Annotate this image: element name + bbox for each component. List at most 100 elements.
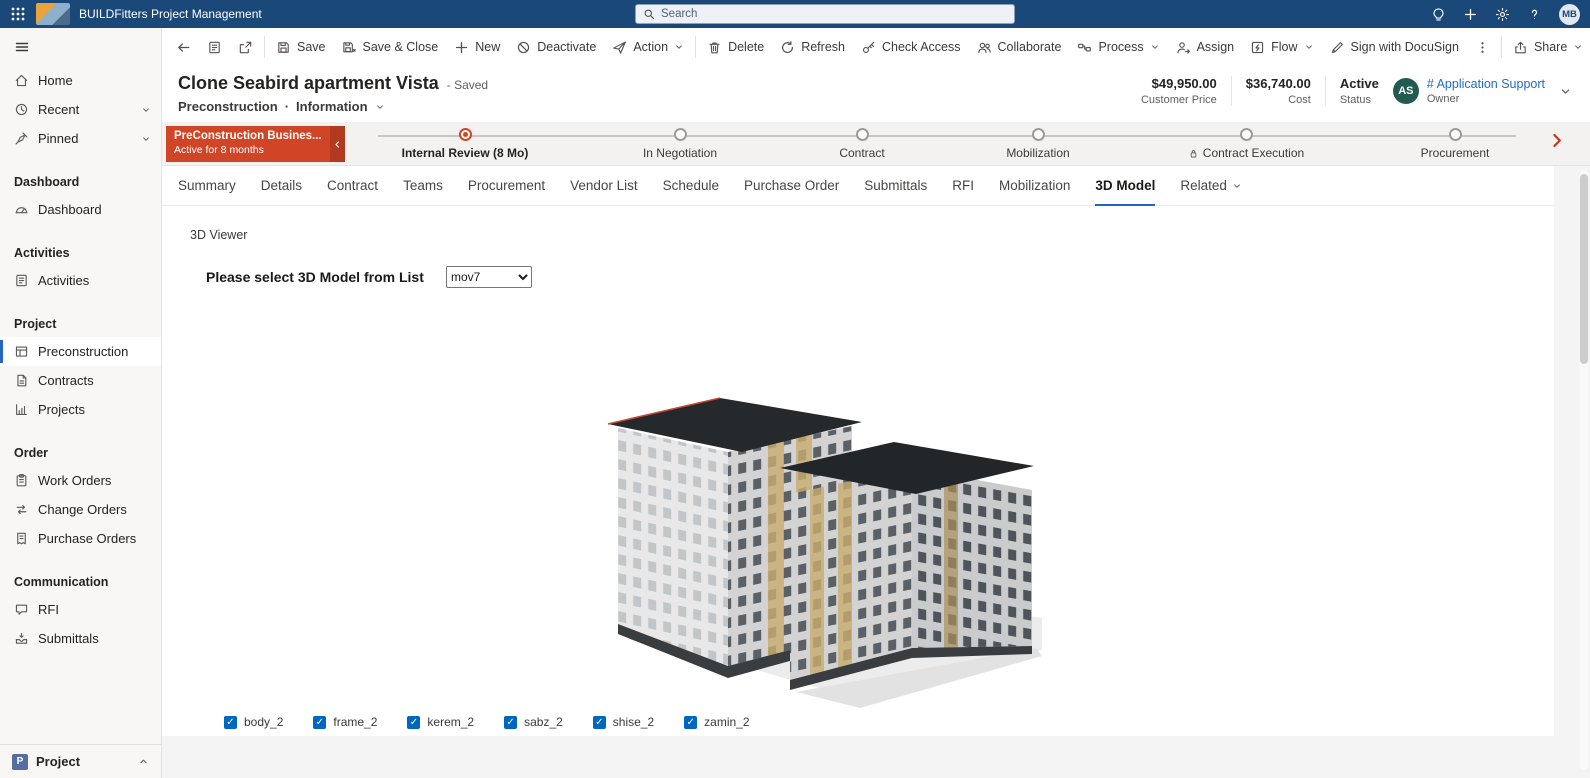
collaborate-icon (977, 40, 992, 55)
customer-price-field: $49,950.00 Customer Price (1141, 76, 1217, 106)
sidebar-item-activities[interactable]: Activities (0, 266, 161, 295)
tab-label: RFI (952, 178, 975, 193)
layer-checkbox-frame_2[interactable]: ✓ (313, 715, 327, 729)
sidebar-item-label: Dashboard (38, 202, 102, 217)
scrollbar-thumb[interactable] (1580, 174, 1588, 364)
chevron-down-icon (141, 105, 151, 115)
cost-value: $36,740.00 (1245, 76, 1311, 91)
sidebar-item-preconstruction[interactable]: Preconstruction (0, 337, 161, 366)
waffle-icon[interactable] (10, 6, 26, 22)
record-title-block: Clone Seabird apartment Vista - Saved Pre… (178, 73, 488, 114)
plus-icon[interactable] (1463, 7, 1478, 22)
bpf-next-stage-button[interactable] (1547, 131, 1566, 150)
sidebar-item-recent[interactable]: Recent (0, 95, 161, 124)
back-button[interactable] (168, 32, 199, 62)
assign-icon (1176, 40, 1191, 55)
work-orders-icon (14, 473, 29, 488)
user-avatar[interactable]: MB (1559, 3, 1580, 25)
sidebar-item-dashboard[interactable]: Dashboard (0, 195, 161, 224)
layer-item: ✓ shise_2 (592, 715, 654, 729)
tab-rfi[interactable]: RFI (952, 166, 974, 205)
tab-schedule[interactable]: Schedule (663, 166, 719, 205)
tab-mobilization[interactable]: Mobilization (999, 166, 1070, 205)
top-nav-bar: BUILDFitters Project Management MB (0, 0, 1590, 28)
popout-icon (238, 40, 253, 55)
popout-button[interactable] (230, 32, 261, 62)
owner-label: Owner (1426, 93, 1460, 105)
bpf-stage-mobilization[interactable]: Mobilization (933, 128, 1143, 160)
save-button[interactable]: Save (268, 32, 334, 62)
tab-submittals[interactable]: Submittals (864, 166, 927, 205)
delete-button[interactable]: Delete (699, 32, 772, 62)
sidebar-item-label: Projects (38, 402, 85, 417)
tab-procurement[interactable]: Procurement (468, 166, 545, 205)
command-label: Assign (1196, 40, 1235, 54)
tab-3d-model[interactable]: 3D Model (1095, 166, 1156, 206)
process-button[interactable]: Process (1069, 32, 1167, 62)
assign-button[interactable]: Assign (1168, 32, 1243, 62)
gear-icon[interactable] (1495, 7, 1510, 22)
tab-teams[interactable]: Teams (403, 166, 443, 205)
model-layers: ✓ body_2 ✓ frame_2 ✓ kerem_2 ✓ sabz_2 ✓ shise… (224, 715, 780, 729)
new-button[interactable]: New (446, 32, 508, 62)
bpf-stage-contract-execution[interactable]: Contract Execution (1141, 128, 1351, 160)
help-icon[interactable] (1527, 7, 1542, 22)
refresh-button[interactable]: Refresh (772, 32, 853, 62)
owner-link[interactable]: # Application Support (1427, 77, 1545, 91)
deactivate-button[interactable]: Deactivate (508, 32, 604, 62)
tab-label: 3D Model (1095, 178, 1156, 193)
sidebar-item-pinned[interactable]: Pinned (0, 124, 161, 153)
flow-button[interactable]: Flow (1242, 32, 1321, 62)
model-select[interactable]: mov7 (446, 266, 532, 288)
tab-contract[interactable]: Contract (327, 166, 378, 205)
clock-icon (14, 102, 29, 117)
tab-vendor-list[interactable]: Vendor List (570, 166, 638, 205)
tab-summary[interactable]: Summary (178, 166, 236, 205)
area-switcher[interactable]: P Project (0, 744, 161, 778)
layer-checkbox-body_2[interactable]: ✓ (224, 715, 237, 729)
sidebar-item-submittals[interactable]: Submittals (0, 624, 161, 653)
save-close-button[interactable]: Save & Close (334, 32, 447, 62)
bpf-stage-procurement[interactable]: Procurement (1350, 128, 1560, 160)
deactivate-icon (516, 40, 531, 55)
share-button[interactable]: Share (1505, 32, 1590, 62)
tab-purchase-order[interactable]: Purchase Order (744, 166, 839, 205)
search-input[interactable] (661, 8, 1007, 20)
vertical-scrollbar[interactable] (1580, 170, 1588, 770)
3d-model-viewport[interactable] (600, 394, 1042, 712)
sidebar-item-contracts[interactable]: Contracts (0, 366, 161, 395)
layer-checkbox-sabz_2[interactable]: ✓ (504, 715, 518, 729)
layer-checkbox-kerem_2[interactable]: ✓ (407, 715, 421, 729)
sidebar-item-label: Activities (38, 273, 90, 288)
sidebar-item-projects[interactable]: Projects (0, 395, 161, 424)
status-value: Active (1339, 76, 1379, 91)
command-label: Save & Close (362, 40, 439, 54)
sidebar-item-change-orders[interactable]: Change Orders (0, 495, 161, 524)
app-title: BUILDFitters Project Management (79, 7, 262, 21)
bpf-collapse-button[interactable] (330, 126, 345, 162)
overflow-button[interactable] (1467, 32, 1498, 62)
bpf-stage-internal-review[interactable]: Internal Review (8 Mo) (360, 128, 570, 160)
layer-checkbox-zamin_2[interactable]: ✓ (684, 715, 698, 729)
sidebar-item-work-orders[interactable]: Work Orders (0, 466, 161, 495)
global-search-box[interactable] (635, 4, 1015, 24)
bpf-stage-in-negotiation[interactable]: In Negotiation (575, 128, 785, 160)
collaborate-button[interactable]: Collaborate (969, 32, 1070, 62)
check-access-button[interactable]: Check Access (853, 32, 969, 62)
command-label: Share (1533, 40, 1568, 54)
bpf-active-stage-chip[interactable]: PreConstruction Busines... Active for 8 … (166, 126, 330, 162)
sitemap-toggle-button[interactable] (0, 28, 161, 66)
lightbulb-icon[interactable] (1431, 7, 1446, 22)
sidebar-item-home[interactable]: Home (0, 66, 161, 95)
form-name[interactable]: Information (296, 99, 368, 114)
sidebar-item-rfi[interactable]: RFI (0, 595, 161, 624)
header-expand-button[interactable] (1559, 85, 1572, 98)
action-button[interactable]: Action (604, 32, 692, 62)
sidebar-item-purchase-orders[interactable]: Purchase Orders (0, 524, 161, 553)
form-selector-button[interactable] (199, 32, 230, 62)
docusign-button[interactable]: Sign with DocuSign (1322, 32, 1467, 62)
tab-details[interactable]: Details (261, 166, 302, 205)
sidebar-item-label: Preconstruction (38, 344, 129, 359)
layer-checkbox-shise_2[interactable]: ✓ (592, 715, 606, 729)
tab-related[interactable]: Related (1180, 166, 1242, 205)
